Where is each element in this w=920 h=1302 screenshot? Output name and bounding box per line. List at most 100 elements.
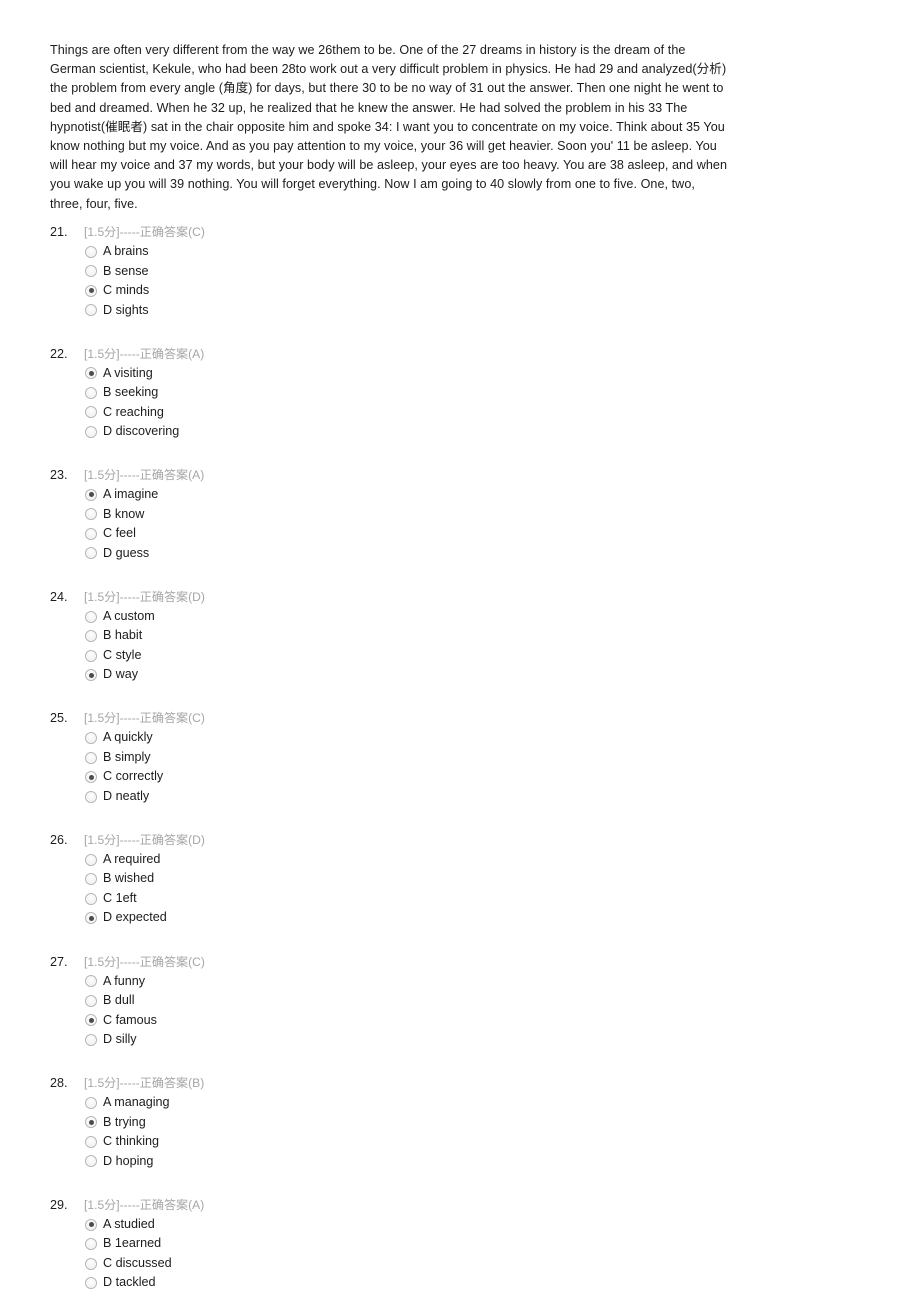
- radio-button-icon[interactable]: [85, 547, 97, 560]
- radio-button-icon[interactable]: [85, 1277, 97, 1289]
- radio-button-icon[interactable]: [85, 265, 97, 278]
- option-row[interactable]: A studied: [50, 1215, 810, 1235]
- radio-button-selected-icon[interactable]: [85, 771, 97, 784]
- question-header: 29. [1.5分]-----正确答案(A): [50, 1196, 810, 1215]
- option-row[interactable]: D expected: [50, 908, 810, 928]
- radio-button-icon[interactable]: [85, 790, 97, 803]
- radio-button-selected-icon[interactable]: [85, 1218, 97, 1231]
- option-row[interactable]: A required: [50, 850, 810, 870]
- option-label: B 1earned: [103, 1236, 162, 1251]
- option-row[interactable]: C 1eft: [50, 889, 810, 909]
- option-list: A imagine B know C feel D guess: [50, 485, 810, 563]
- question-score-and-answer: [1.5分]-----正确答案(A): [84, 346, 205, 361]
- option-label: D silly: [103, 1032, 137, 1047]
- question-header: 23. [1.5分]-----正确答案(A): [50, 466, 810, 485]
- radio-button-icon[interactable]: [85, 1096, 97, 1109]
- radio-button-selected-icon[interactable]: [85, 912, 97, 925]
- radio-button-icon[interactable]: [85, 630, 97, 643]
- radio-button-icon[interactable]: [85, 1257, 97, 1270]
- radio-button-icon[interactable]: [85, 732, 97, 745]
- option-row[interactable]: B simply: [50, 748, 810, 768]
- option-row[interactable]: A imagine: [50, 485, 810, 505]
- radio-button-icon[interactable]: [85, 610, 97, 623]
- option-row[interactable]: D way: [50, 665, 810, 685]
- question-block: 28. [1.5分]-----正确答案(B) A managing B trying C…: [50, 1074, 810, 1171]
- option-list: A managing B trying C thinking D hoping: [50, 1093, 810, 1171]
- radio-button-icon[interactable]: [85, 853, 97, 866]
- option-row[interactable]: D tackled: [50, 1273, 810, 1293]
- question-block: 24. [1.5分]-----正确答案(D) A custom B habit C st…: [50, 588, 810, 685]
- option-list: A studied B 1earned C discussed D tackled: [50, 1215, 810, 1293]
- option-row[interactable]: C famous: [50, 1011, 810, 1031]
- radio-button-icon[interactable]: [85, 508, 97, 521]
- option-row[interactable]: C discussed: [50, 1254, 810, 1274]
- radio-button-icon[interactable]: [85, 425, 97, 438]
- question-number: 23.: [50, 468, 68, 483]
- option-row[interactable]: B dull: [50, 991, 810, 1011]
- option-label: C 1eft: [103, 890, 137, 905]
- question-block: 29. [1.5分]-----正确答案(A) A studied B 1earned C…: [50, 1196, 810, 1293]
- option-label: C reaching: [103, 404, 164, 419]
- option-row[interactable]: B trying: [50, 1113, 810, 1133]
- option-label: A studied: [103, 1216, 155, 1231]
- radio-button-icon[interactable]: [85, 873, 97, 886]
- option-row[interactable]: B seeking: [50, 383, 810, 403]
- option-row[interactable]: A visiting: [50, 364, 810, 384]
- option-row[interactable]: B know: [50, 505, 810, 525]
- question-number: 25.: [50, 711, 68, 726]
- radio-button-selected-icon[interactable]: [85, 669, 97, 682]
- option-row[interactable]: B habit: [50, 626, 810, 646]
- radio-button-icon[interactable]: [85, 649, 97, 662]
- question-header: 22. [1.5分]-----正确答案(A): [50, 345, 810, 364]
- question-number: 29.: [50, 1197, 68, 1212]
- radio-button-icon[interactable]: [85, 1238, 97, 1250]
- radio-button-icon[interactable]: [85, 1155, 97, 1168]
- option-row[interactable]: B wished: [50, 869, 810, 889]
- radio-button-selected-icon[interactable]: [85, 367, 97, 380]
- option-row[interactable]: D discovering: [50, 422, 810, 442]
- option-label: A quickly: [103, 730, 153, 745]
- option-row[interactable]: A custom: [50, 607, 810, 627]
- option-row[interactable]: C style: [50, 646, 810, 666]
- option-row[interactable]: C feel: [50, 524, 810, 544]
- option-row[interactable]: B 1earned: [50, 1234, 810, 1254]
- radio-button-selected-icon[interactable]: [85, 1116, 97, 1129]
- radio-button-icon[interactable]: [85, 527, 97, 540]
- radio-button-icon[interactable]: [85, 245, 97, 258]
- option-row[interactable]: C minds: [50, 281, 810, 301]
- option-row[interactable]: C thinking: [50, 1132, 810, 1152]
- question-score-and-answer: [1.5分]-----正确答案(A): [84, 468, 205, 483]
- option-row[interactable]: D neatly: [50, 787, 810, 807]
- question-header: 28. [1.5分]-----正确答案(B): [50, 1074, 810, 1093]
- option-row[interactable]: A funny: [50, 972, 810, 992]
- option-row[interactable]: D silly: [50, 1030, 810, 1050]
- question-header: 26. [1.5分]-----正确答案(D): [50, 831, 810, 850]
- option-row[interactable]: C reaching: [50, 403, 810, 423]
- option-row[interactable]: C correctly: [50, 767, 810, 787]
- option-row[interactable]: D hoping: [50, 1152, 810, 1172]
- question-header: 27. [1.5分]-----正确答案(C): [50, 953, 810, 972]
- radio-button-icon[interactable]: [85, 892, 97, 905]
- option-row[interactable]: B sense: [50, 262, 810, 282]
- option-label: B know: [103, 506, 145, 521]
- question-number: 21.: [50, 225, 68, 239]
- radio-button-selected-icon[interactable]: [85, 488, 97, 501]
- option-row[interactable]: D guess: [50, 544, 810, 564]
- radio-button-icon[interactable]: [85, 1135, 97, 1148]
- option-label: C thinking: [103, 1134, 160, 1149]
- radio-button-icon[interactable]: [85, 1033, 97, 1046]
- radio-button-icon[interactable]: [85, 751, 97, 764]
- option-row[interactable]: D sights: [50, 301, 810, 321]
- radio-button-icon[interactable]: [85, 406, 97, 419]
- radio-button-icon[interactable]: [85, 975, 97, 988]
- option-row[interactable]: A managing: [50, 1093, 810, 1113]
- option-label: D hoping: [103, 1153, 154, 1168]
- radio-button-icon[interactable]: [85, 304, 97, 317]
- radio-button-icon[interactable]: [85, 386, 97, 399]
- radio-button-icon[interactable]: [85, 994, 97, 1007]
- option-row[interactable]: A brains: [50, 242, 810, 262]
- option-label: D guess: [103, 545, 150, 560]
- radio-button-selected-icon[interactable]: [85, 284, 97, 297]
- radio-button-selected-icon[interactable]: [85, 1014, 97, 1027]
- option-row[interactable]: A quickly: [50, 728, 810, 748]
